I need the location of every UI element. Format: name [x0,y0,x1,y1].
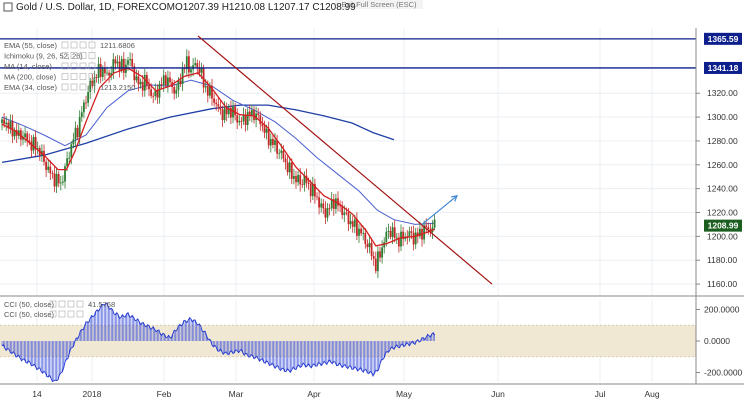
svg-text:1208.99: 1208.99 [708,221,739,231]
legend: Gold / U.S. Dollar, 1D, FOREXCOM O1207.3… [3,2,356,13]
indicator-label: Ichimoku (9, 26, 52, 26) [4,52,83,61]
cci-tick-label: 200.0000 [704,304,740,314]
cci-label: CCI (50, close) [4,300,55,309]
indicator-row[interactable]: Ichimoku (9, 26, 52, 26) [4,52,96,61]
indicator-label: EMA (55, close) [4,41,57,50]
time-tick-label: May [396,389,413,399]
indicator-value: 1211.6806 [100,41,135,50]
price-tick-label: 1260.00 [707,160,738,170]
cci-value: 41.5768 [88,300,115,309]
indicator-label: EMA (34, close) [4,83,57,92]
price-tick-label: 1280.00 [707,136,738,146]
indicator-label: MA (200, close) [4,73,57,82]
price-tag: 1208.99 [704,219,742,232]
indicator-label: MA (14, close) [4,62,52,71]
cci-tick-label: 0.0000 [704,336,730,346]
time-tick-label: Jun [491,389,505,399]
time-tick-label: 2018 [83,389,102,399]
price-tick-label: 1240.00 [707,184,738,194]
svg-text:1341.18: 1341.18 [708,63,739,73]
indicator-value: 1213.2150 [100,83,135,92]
time-tick-label: Aug [644,389,659,399]
cci-tick-label: -200.0000 [704,368,743,378]
symbol-title: Gold / U.S. Dollar, 1D, FOREXCOM [16,2,175,13]
price-tick-label: 1200.00 [707,231,738,241]
price-tick-label: 1180.00 [707,255,737,265]
price-tick-label: 1220.00 [707,208,738,218]
time-tick-label: Feb [157,389,172,399]
price-tick-label: 1300.00 [707,112,738,122]
svg-text:1365.59: 1365.59 [708,34,739,44]
cci-label: CCI (50, close) [4,310,55,319]
time-tick-label: Jul [595,389,606,399]
price-tag: 1341.18 [704,61,742,74]
time-tick-label: Mar [229,389,244,399]
price-tag: 1365.59 [704,32,742,45]
price-tick-label: 1320.00 [707,88,738,98]
price-tick-label: 1160.00 [707,279,737,289]
ohlc-values: O1207.39 H1210.08 L1207.17 C1208.99 [175,2,356,13]
chart: Exit Full Screen (ESC) 1160.001180.00120… [0,0,744,406]
time-tick-label: Apr [307,389,320,399]
time-tick-label: 14 [32,389,42,399]
